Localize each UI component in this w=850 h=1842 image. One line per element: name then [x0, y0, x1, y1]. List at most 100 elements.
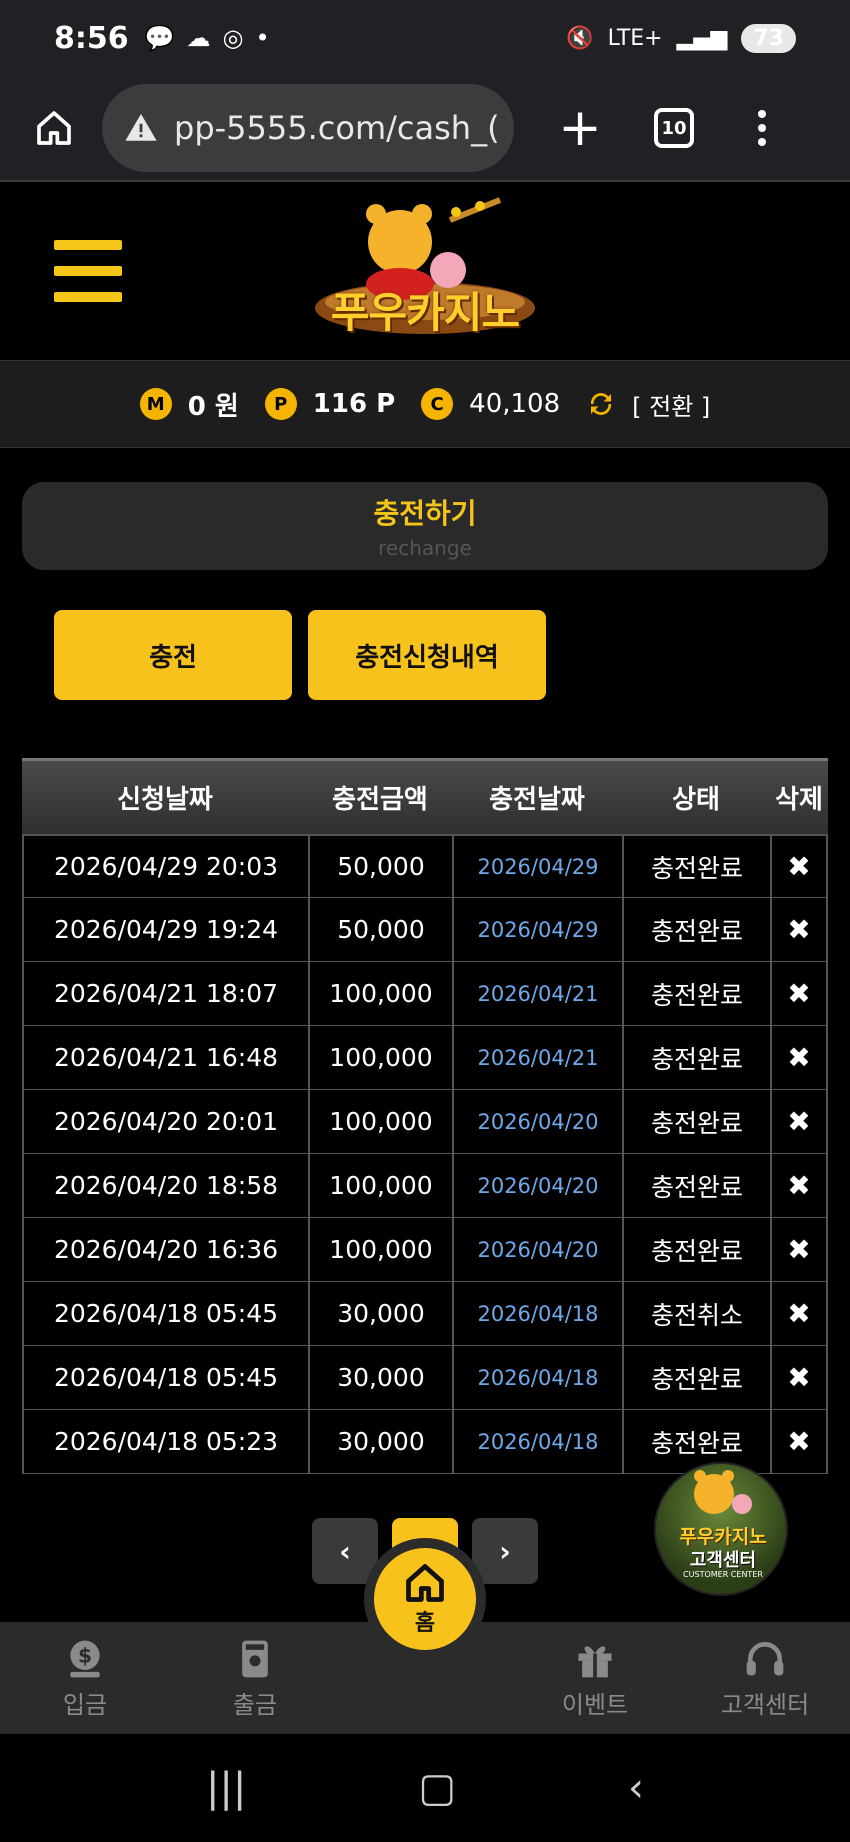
- table-header: 신청날짜 충전금액 충전날짜 상태 삭제: [22, 758, 828, 834]
- header-status: 상태: [672, 785, 720, 815]
- cell-requested-date: 2026/04/29 20:03: [22, 836, 308, 897]
- cell-status: 충전완료: [622, 1154, 770, 1217]
- cell-requested-date: 2026/04/29 19:24: [22, 898, 308, 961]
- nav-deposit[interactable]: $ 입금: [0, 1622, 170, 1734]
- browser-home-button[interactable]: [24, 98, 84, 158]
- charge-history-button[interactable]: 충전신청내역: [308, 610, 546, 700]
- delete-button[interactable]: ✖: [770, 898, 828, 961]
- money-balance: 0 원: [187, 391, 239, 422]
- cell-charged-date[interactable]: 2026/04/29: [452, 836, 622, 897]
- nav-support-label: 고객센터: [720, 1690, 810, 1719]
- table-row: 2026/04/20 16:36 100,000 2026/04/20 충전완료 ✖: [22, 1218, 828, 1282]
- battery-badge: 73: [741, 23, 796, 53]
- nav-withdraw[interactable]: 출금: [170, 1622, 340, 1734]
- badge-label: 고객센터: [689, 1550, 757, 1571]
- cell-charged-date[interactable]: 2026/04/18: [452, 1346, 622, 1409]
- new-tab-button[interactable]: +: [550, 98, 610, 158]
- back-icon[interactable]: ‹: [628, 1765, 644, 1811]
- nav-withdraw-label: 출금: [232, 1690, 278, 1719]
- cell-status: 충전완료: [622, 836, 770, 897]
- cell-amount: 100,000: [308, 1218, 452, 1281]
- hamburger-menu-icon[interactable]: [54, 240, 122, 302]
- chat-icon: 💬: [144, 24, 175, 52]
- gift-icon: [578, 1645, 612, 1677]
- table-row: 2026/04/20 18:58 100,000 2026/04/20 충전완료 ✖: [22, 1154, 828, 1218]
- customer-center-float-button[interactable]: 푸우카지노 고객센터 CUSTOMER CENTER: [654, 1462, 788, 1596]
- cell-status: 충전취소: [622, 1282, 770, 1345]
- section-header: 충전하기 rechange: [22, 482, 828, 570]
- table-row: 2026/04/21 18:07 100,000 2026/04/21 충전완료 ✖: [22, 962, 828, 1026]
- cell-charged-date[interactable]: 2026/04/20: [452, 1218, 622, 1281]
- cell-amount: 100,000: [308, 1090, 452, 1153]
- header-amount: 충전금액: [332, 785, 428, 815]
- casino-balance: 40,108: [469, 389, 561, 419]
- delete-button[interactable]: ✖: [770, 1090, 828, 1153]
- mute-icon: 🔇: [566, 25, 594, 51]
- cell-status: 충전완료: [622, 1218, 770, 1281]
- section-title: 충전하기: [373, 497, 477, 530]
- prev-page-button[interactable]: ‹: [312, 1518, 378, 1584]
- table-row: 2026/04/21 16:48 100,000 2026/04/21 충전완료 ✖: [22, 1026, 828, 1090]
- table-row: 2026/04/18 05:45 30,000 2026/04/18 충전취소 ✖: [22, 1282, 828, 1346]
- site-header: 푸우카지노: [0, 184, 850, 360]
- delete-button[interactable]: ✖: [770, 1218, 828, 1281]
- charge-button[interactable]: 충전: [54, 610, 292, 700]
- headset-icon: [746, 1641, 784, 1675]
- warning-icon: [122, 109, 160, 147]
- delete-button[interactable]: ✖: [770, 1154, 828, 1217]
- next-page-button[interactable]: ›: [472, 1518, 538, 1584]
- svg-text:$: $: [78, 1643, 92, 1667]
- cell-charged-date[interactable]: 2026/04/18: [452, 1282, 622, 1345]
- cell-requested-date: 2026/04/20 18:58: [22, 1154, 308, 1217]
- header-requested-date: 신청날짜: [117, 785, 213, 815]
- url-text: pp-5555.com/cash_(: [174, 109, 500, 147]
- recent-apps-icon[interactable]: |||: [206, 1765, 246, 1811]
- cell-charged-date[interactable]: 2026/04/18: [452, 1410, 622, 1473]
- cell-requested-date: 2026/04/18 05:23: [22, 1410, 308, 1473]
- header-delete: 삭제: [775, 785, 823, 815]
- cell-requested-date: 2026/04/21 16:48: [22, 1026, 308, 1089]
- nav-event-label: 이벤트: [561, 1690, 629, 1719]
- cell-charged-date[interactable]: 2026/04/21: [452, 1026, 622, 1089]
- cell-charged-date[interactable]: 2026/04/29: [452, 898, 622, 961]
- instagram-icon: ◎: [222, 24, 244, 52]
- convert-button[interactable]: [ 전환 ]: [632, 387, 710, 422]
- nav-event[interactable]: 이벤트: [510, 1622, 680, 1734]
- home-icon: [406, 1564, 444, 1602]
- money-bag-icon: $: [70, 1640, 100, 1677]
- cell-status: 충전완료: [622, 1026, 770, 1089]
- money-coin-icon: M: [139, 388, 172, 420]
- table-body: 2026/04/29 20:03 50,000 2026/04/29 충전완료 ✖ 202…: [22, 834, 828, 1474]
- cell-amount: 30,000: [308, 1410, 452, 1473]
- cell-charged-date[interactable]: 2026/04/21: [452, 962, 622, 1025]
- status-right: 🔇 LTE+ ▂▄▆ 73: [566, 23, 796, 53]
- nav-home[interactable]: 홈: [374, 1548, 476, 1650]
- cell-charged-date[interactable]: 2026/04/20: [452, 1090, 622, 1153]
- cell-charged-date[interactable]: 2026/04/20: [452, 1154, 622, 1217]
- badge-sublabel: CUSTOMER CENTER: [683, 1570, 763, 1579]
- cell-status: 충전완료: [622, 1410, 770, 1473]
- address-bar[interactable]: pp-5555.com/cash_(: [102, 84, 514, 172]
- cell-amount: 30,000: [308, 1282, 452, 1345]
- delete-button[interactable]: ✖: [770, 1026, 828, 1089]
- delete-button[interactable]: ✖: [770, 962, 828, 1025]
- cell-status: 충전완료: [622, 898, 770, 961]
- delete-button[interactable]: ✖: [770, 836, 828, 897]
- network-label: LTE+: [607, 25, 663, 51]
- cell-requested-date: 2026/04/18 05:45: [22, 1282, 308, 1345]
- delete-button[interactable]: ✖: [770, 1282, 828, 1345]
- cell-amount: 100,000: [308, 1154, 452, 1217]
- badge-logo-text: 푸우카지노: [679, 1526, 767, 1548]
- delete-button[interactable]: ✖: [770, 1410, 828, 1473]
- site-logo[interactable]: 푸우카지노: [300, 190, 550, 354]
- system-home-icon[interactable]: ▢: [418, 1765, 456, 1811]
- cell-status: 충전완료: [622, 962, 770, 1025]
- tab-switcher-button[interactable]: 10: [654, 108, 694, 148]
- home-icon: [37, 111, 71, 145]
- nav-support[interactable]: 고객센터: [680, 1622, 850, 1734]
- browser-menu-button[interactable]: [758, 110, 766, 146]
- refresh-icon[interactable]: [586, 389, 616, 419]
- point-balance: 116 P: [312, 389, 396, 419]
- delete-button[interactable]: ✖: [770, 1346, 828, 1409]
- header-charged-date: 충전날짜: [489, 785, 585, 815]
